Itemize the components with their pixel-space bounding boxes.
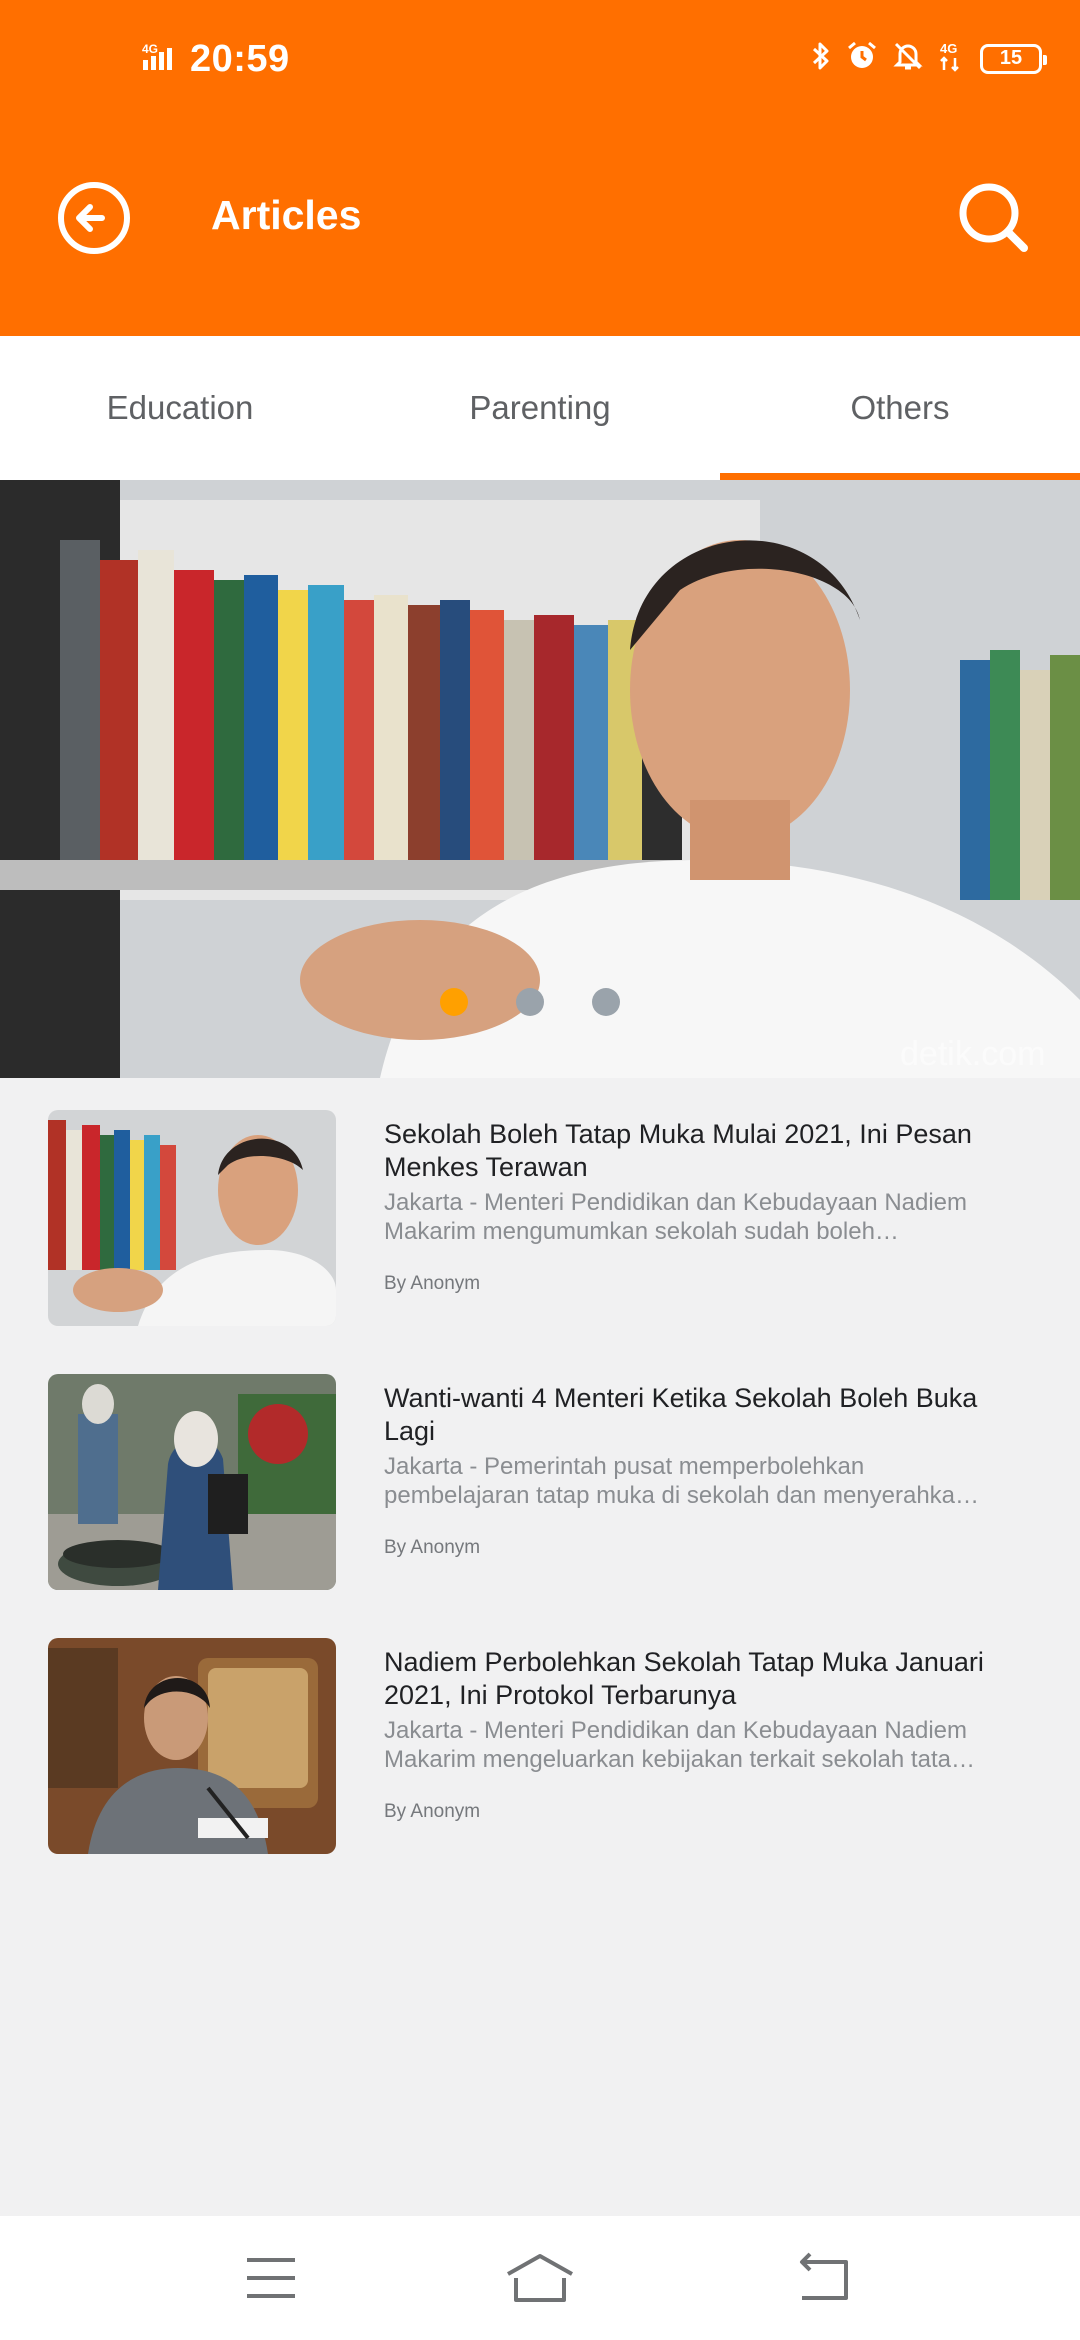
carousel-dot-1[interactable]	[440, 988, 468, 1016]
featured-banner[interactable]: detik.com	[0, 480, 1080, 1078]
home-icon[interactable]	[500, 2246, 580, 2310]
status-right: 4G 15	[810, 40, 1047, 77]
article-snippet: Jakarta - Menteri Pendidikan dan Kebuday…	[384, 1189, 968, 1245]
alarm-icon	[846, 40, 878, 77]
article-thumbnail	[48, 1110, 336, 1326]
tab-others[interactable]: Others	[720, 336, 1080, 480]
list-item[interactable]: Wanti-wanti 4 Menteri Ketika Sekolah Bol…	[48, 1374, 1038, 1590]
carousel-dot-3[interactable]	[592, 988, 620, 1016]
status-bar: 4G 20:59 4G 15	[0, 0, 1080, 120]
battery-icon: 15	[980, 43, 1047, 74]
menu-icon[interactable]	[231, 2246, 311, 2310]
carousel-dot-2[interactable]	[516, 988, 544, 1016]
search-icon[interactable]	[954, 178, 1034, 258]
status-left: 4G 20:59	[142, 38, 290, 81]
list-item[interactable]: Nadiem Perbolehkan Sekolah Tatap Muka Ja…	[48, 1638, 1038, 1854]
network-icon: 4G	[938, 40, 966, 77]
category-tabs: Education Parenting Others	[0, 336, 1080, 480]
article-snippet: Jakarta - Pemerintah pusat memperbolehka…	[384, 1453, 969, 1509]
system-nav-bar	[0, 2216, 1080, 2340]
article-text: Wanti-wanti 4 Menteri Ketika Sekolah Bol…	[384, 1382, 984, 1559]
back-arrow-icon[interactable]	[56, 180, 132, 256]
article-author: By Anonym	[384, 1801, 481, 1822]
article-author: By Anonym	[384, 1273, 481, 1294]
banner-watermark: detik.com	[900, 1035, 1046, 1073]
article-snippet: Jakarta - Menteri Pendidikan dan Kebuday…	[384, 1717, 968, 1773]
tab-education[interactable]: Education	[0, 336, 360, 480]
app-bar: Articles	[0, 120, 1080, 336]
article-author: By Anonym	[384, 1537, 481, 1558]
network-label-right: 4G	[940, 41, 957, 56]
article-thumbnail	[48, 1374, 336, 1590]
carousel-indicator	[0, 988, 1080, 1016]
list-item[interactable]: Sekolah Boleh Tatap Muka Mulai 2021, Ini…	[48, 1110, 1038, 1326]
signal-icon: 4G	[142, 42, 180, 77]
article-text: Nadiem Perbolehkan Sekolah Tatap Muka Ja…	[384, 1646, 984, 1823]
article-title: Wanti-wanti 4 Menteri Ketika Sekolah Bol…	[384, 1383, 978, 1446]
network-label: 4G	[142, 42, 158, 56]
page-title: Articles	[211, 192, 362, 238]
status-time: 20:59	[190, 38, 290, 80]
article-text: Sekolah Boleh Tatap Muka Mulai 2021, Ini…	[384, 1118, 984, 1295]
article-title: Sekolah Boleh Tatap Muka Mulai 2021, Ini…	[384, 1119, 972, 1182]
mute-icon	[892, 40, 924, 77]
tab-parenting[interactable]: Parenting	[360, 336, 720, 480]
article-title: Nadiem Perbolehkan Sekolah Tatap Muka Ja…	[384, 1647, 984, 1710]
bluetooth-icon	[810, 40, 832, 77]
article-thumbnail	[48, 1638, 336, 1854]
back-icon[interactable]	[784, 2246, 864, 2310]
